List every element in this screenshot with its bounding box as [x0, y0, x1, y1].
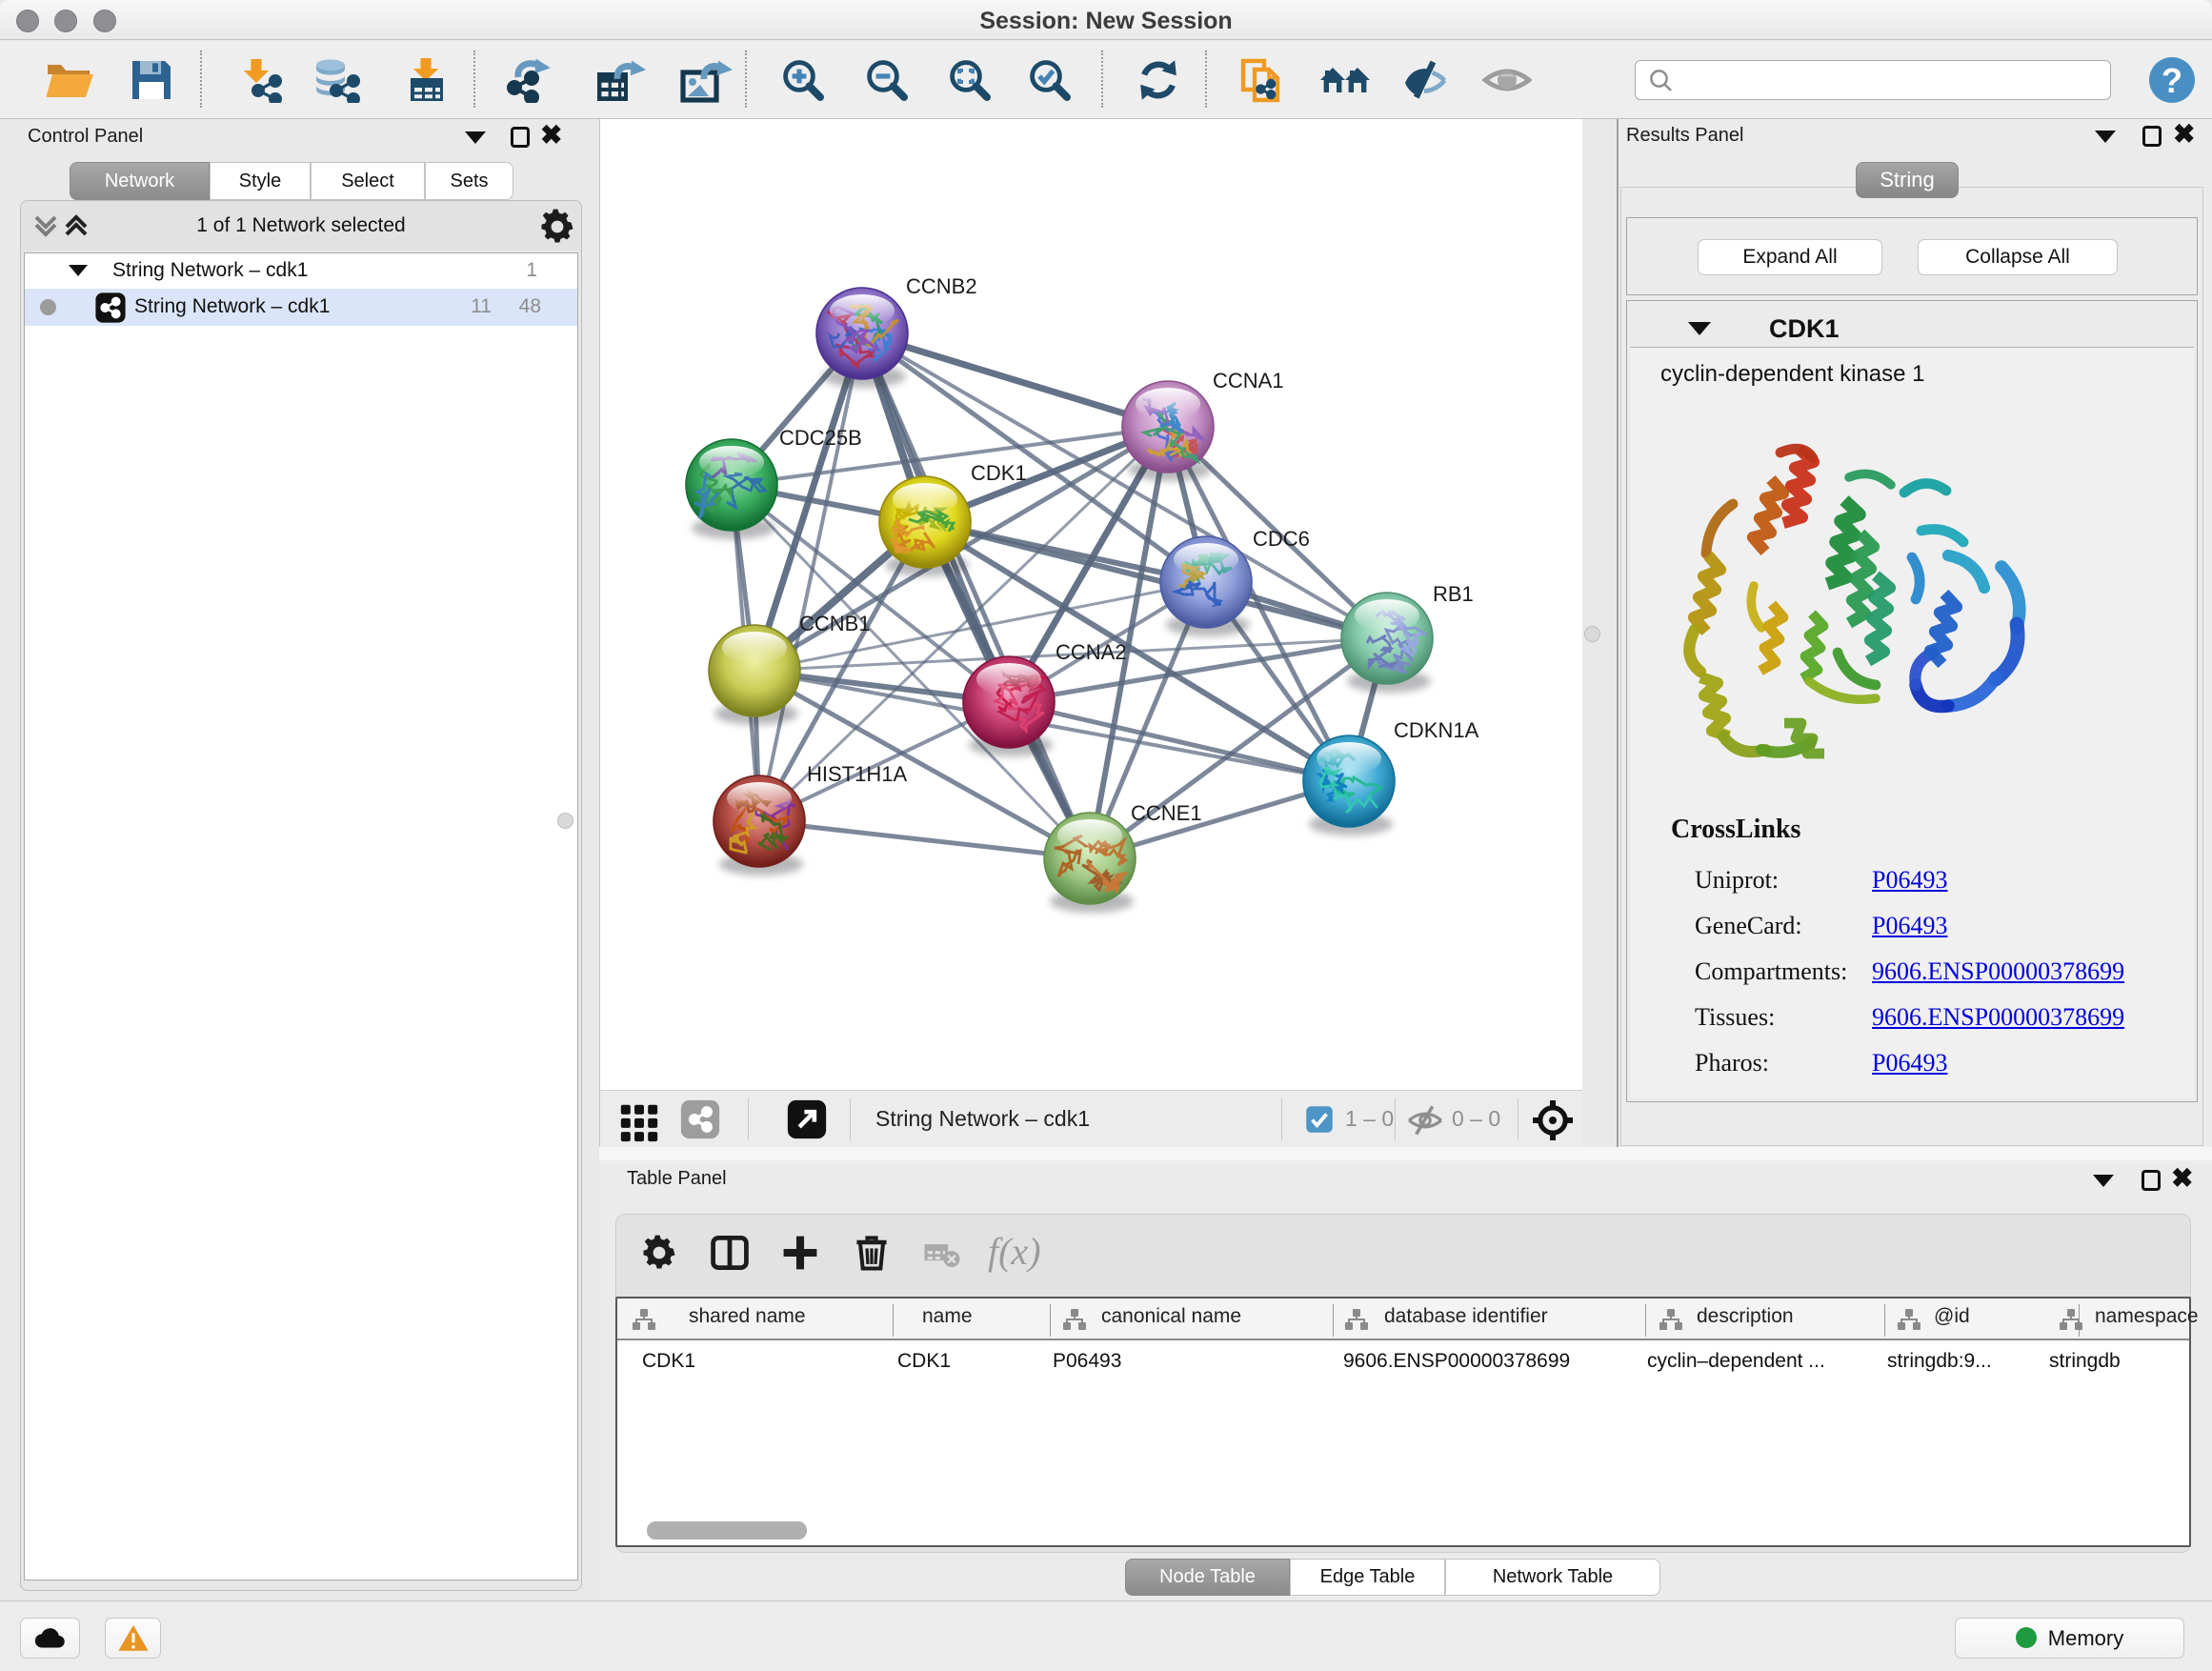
svg-text:CDC25B: CDC25B	[779, 426, 862, 450]
svg-text:CCNE1: CCNE1	[1131, 801, 1202, 825]
svg-text:CDKN1A: CDKN1A	[1394, 718, 1479, 742]
svg-text:HIST1H1A: HIST1H1A	[807, 762, 907, 786]
svg-text:CCNB1: CCNB1	[799, 612, 871, 635]
svg-text:CCNA1: CCNA1	[1213, 369, 1284, 393]
svg-text:CCNB2: CCNB2	[906, 274, 977, 298]
svg-text:RB1: RB1	[1433, 582, 1474, 606]
svg-text:CDK1: CDK1	[971, 461, 1027, 485]
svg-text:CDC6: CDC6	[1253, 527, 1310, 551]
svg-text:?: ?	[2162, 61, 2182, 100]
svg-text:CCNA2: CCNA2	[1056, 640, 1127, 664]
